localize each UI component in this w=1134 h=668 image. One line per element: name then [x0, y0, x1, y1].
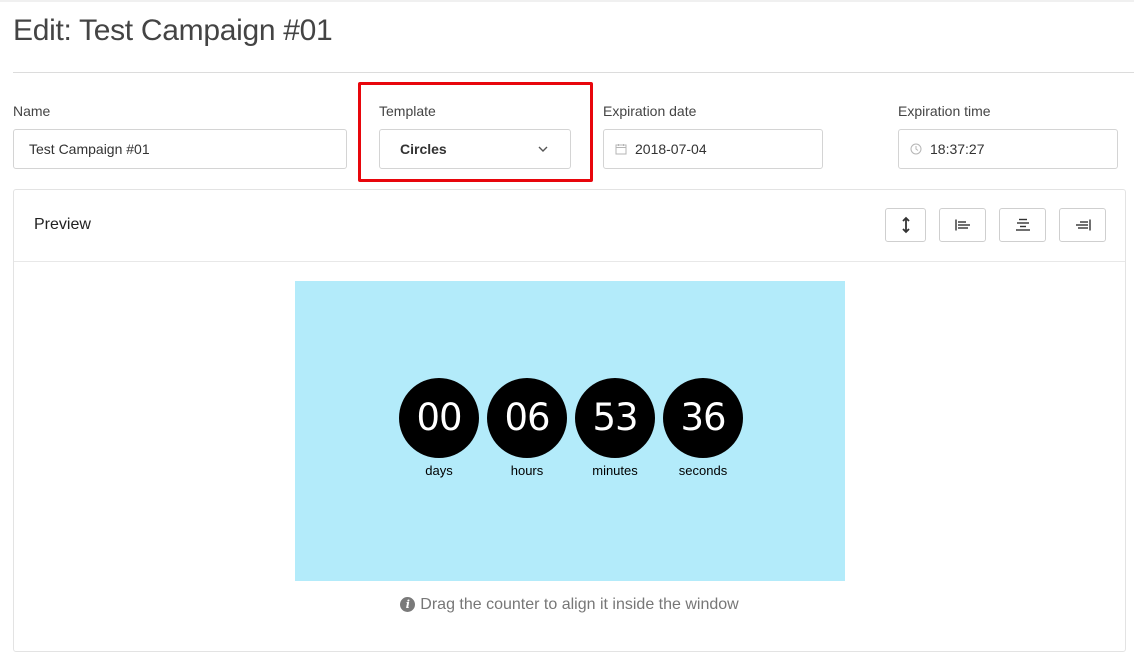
countdown-counter[interactable]: 00 days 06 hours 53 minutes 36 seconds	[399, 378, 743, 488]
align-left-button[interactable]	[939, 208, 986, 242]
drag-hint-text: Drag the counter to align it inside the …	[420, 596, 739, 613]
template-label: Template	[379, 103, 436, 119]
expiration-date-input[interactable]: 2018-07-04	[603, 129, 823, 169]
drag-hint: i Drag the counter to align it inside the…	[14, 596, 1125, 614]
days-label: days	[425, 463, 453, 478]
hours-value: 06	[487, 378, 567, 458]
align-right-icon	[1075, 219, 1091, 231]
seconds-label: seconds	[678, 463, 728, 478]
name-input-value: Test Campaign #01	[29, 141, 150, 157]
expiration-date-label: Expiration date	[603, 103, 697, 119]
expiration-time-label: Expiration time	[898, 103, 991, 119]
minutes-label: minutes	[592, 463, 638, 478]
expiration-time-input[interactable]: 18:37:27	[898, 129, 1118, 169]
info-icon: i	[400, 597, 416, 612]
minutes-value: 53	[575, 378, 655, 458]
counter-minutes: 53 minutes	[575, 378, 655, 478]
days-value: 00	[399, 378, 479, 458]
expiration-time-value: 18:37:27	[930, 141, 985, 157]
preview-canvas: 00 days 06 hours 53 minutes 36 seconds	[295, 281, 845, 581]
title-divider	[13, 72, 1134, 73]
preview-title: Preview	[34, 216, 91, 233]
expiration-date-value: 2018-07-04	[635, 141, 707, 157]
align-left-icon	[954, 219, 970, 231]
seconds-value: 36	[663, 378, 743, 458]
page-title: Edit: Test Campaign #01	[13, 14, 333, 47]
counter-days: 00 days	[399, 378, 479, 478]
name-input[interactable]: Test Campaign #01	[13, 129, 347, 169]
clock-icon	[910, 143, 922, 155]
vertical-align-icon	[901, 216, 910, 234]
calendar-icon	[615, 143, 627, 155]
top-border	[0, 0, 1134, 2]
align-center-button[interactable]	[999, 208, 1046, 242]
preview-panel-header: Preview	[14, 190, 1125, 262]
chevron-down-icon	[538, 146, 548, 152]
counter-seconds: 36 seconds	[663, 378, 743, 478]
align-center-icon	[1015, 218, 1030, 231]
counter-hours: 06 hours	[487, 378, 567, 478]
align-right-button[interactable]	[1059, 208, 1106, 242]
template-select[interactable]: Circles	[379, 129, 571, 169]
name-label: Name	[13, 103, 51, 119]
template-selected-value: Circles	[400, 141, 447, 157]
hours-label: hours	[510, 463, 544, 478]
vertical-center-button[interactable]	[885, 208, 926, 242]
preview-panel: Preview 00 days 06 hours 53 minutes 36 s…	[13, 189, 1126, 652]
